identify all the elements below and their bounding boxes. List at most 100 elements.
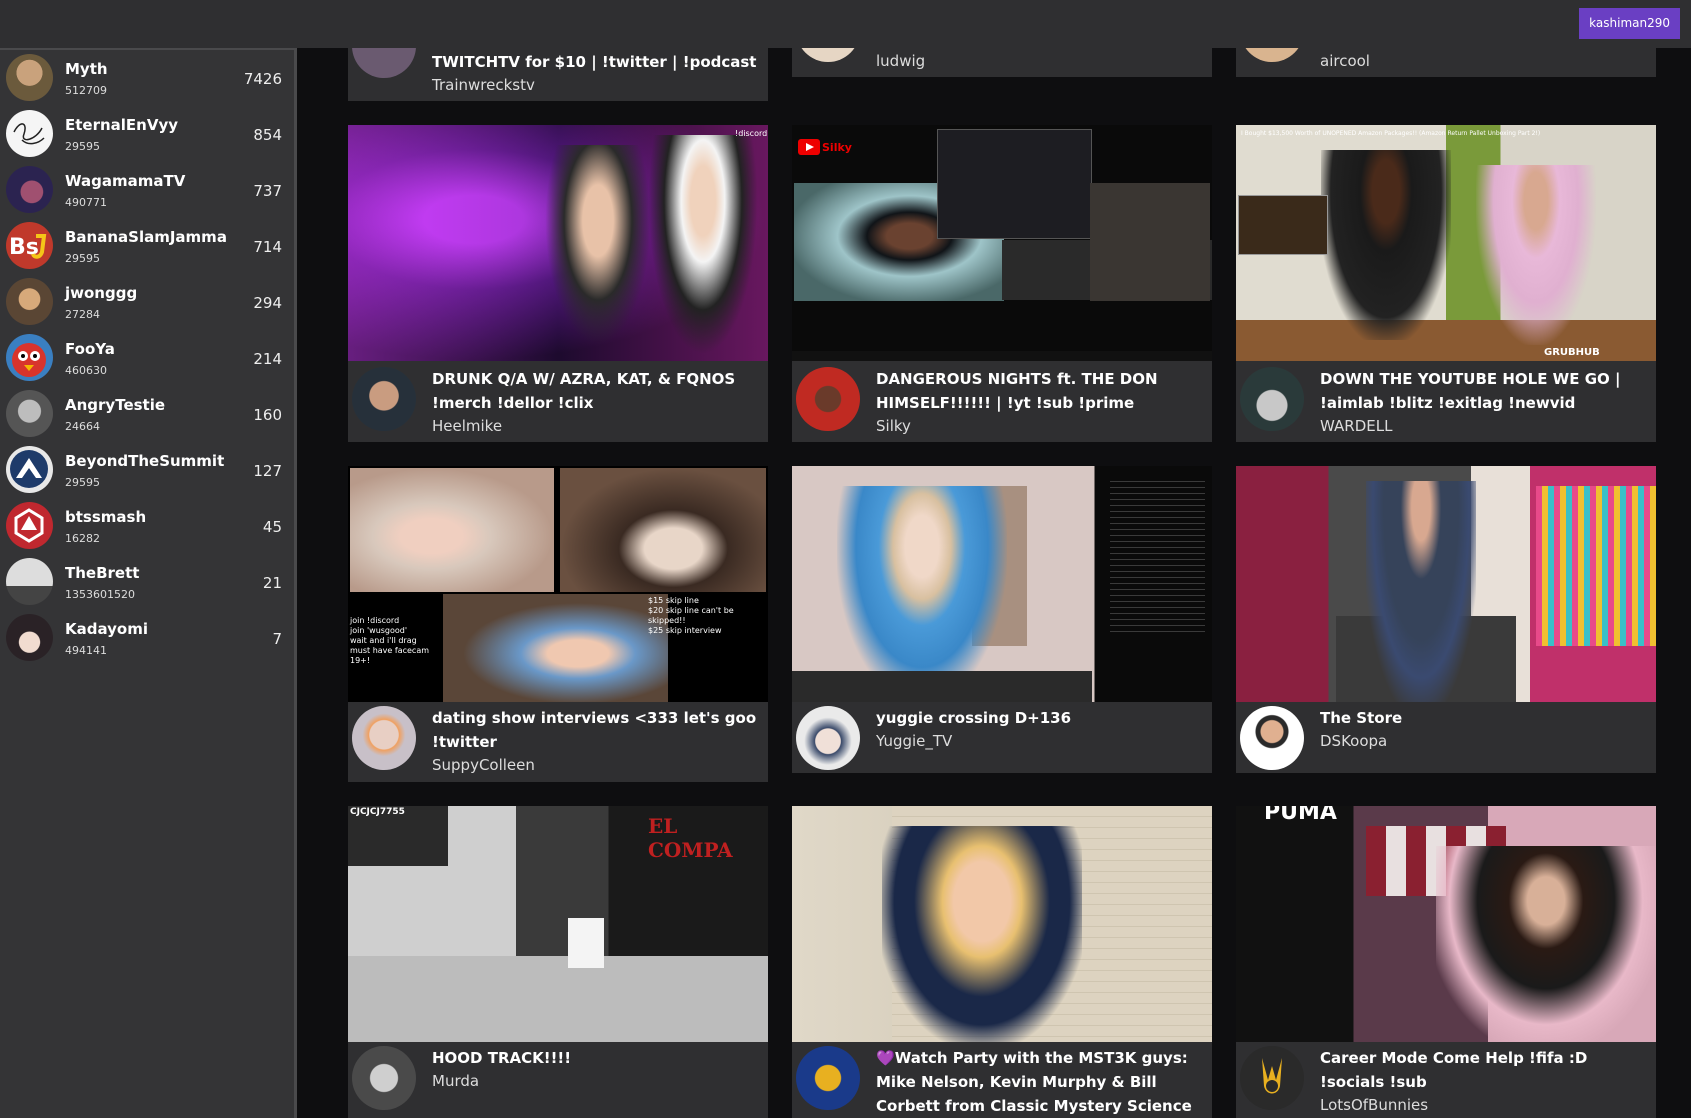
- sidebar-item-angrytestie[interactable]: AngryTestie 24664 160: [0, 386, 294, 442]
- stream-title: DOWN THE YOUTUBE HOLE WE GO | !aimlab !b…: [1320, 370, 1621, 412]
- sidebar-item-name: WagamamaTV: [65, 172, 186, 190]
- stream-thumbnail: [792, 806, 1212, 1042]
- stream-title: DRUNK Q/A W/ AZRA, KAT, & FQNOS !merch !…: [432, 370, 736, 412]
- avatar: [6, 558, 53, 605]
- sidebar-item-count: 214: [253, 350, 282, 368]
- stream-card-silky[interactable]: Silky DANGEROUS NIGHTS ft. THE DON HIMSE…: [792, 125, 1212, 442]
- stream-title: The Store: [1320, 709, 1403, 727]
- sidebar-item-bananaslamjamma[interactable]: Bs BananaSlamJamma 29595 714: [0, 218, 294, 274]
- stream-thumbnail: [792, 466, 1212, 702]
- silky-logo: Silky: [822, 141, 852, 154]
- sidebar-item-sub: 1353601520: [65, 588, 135, 601]
- stream-card-heelmike[interactable]: !discord DRUNK Q/A W/ AZRA, KAT, & FQNOS…: [348, 125, 768, 442]
- stream-card-ludwig[interactable]: ludwig: [792, 48, 1212, 77]
- sidebar-item-fooya[interactable]: FooYa 460630 214: [0, 330, 294, 386]
- avatar: [1240, 367, 1304, 431]
- avatar: [6, 54, 53, 101]
- stream-grid: TWITCHTV for $10 | !twitter | !podcast T…: [348, 0, 1658, 1118]
- sidebar-item-eternalenvyy[interactable]: EternalEnVyy 29595 854: [0, 106, 294, 162]
- stream-card-murda[interactable]: CJCJCJ7755 EL COMPA HOOD TRACK!!!! Murda: [348, 806, 768, 1118]
- sidebar-item-sub: 29595: [65, 252, 100, 265]
- avatar: [6, 614, 53, 661]
- avatar: Bs: [6, 222, 53, 269]
- sidebar-item-sub: 16282: [65, 532, 100, 545]
- sidebar-item-thebrett[interactable]: TheBrett 1353601520 21: [0, 554, 294, 610]
- sidebar-item-jwonggg[interactable]: jwonggg 27284 294: [0, 274, 294, 330]
- red-bird-icon: [12, 343, 46, 377]
- stream-author: Silky: [876, 417, 911, 435]
- sidebar-item-btssmash[interactable]: btssmash 16282 45: [0, 498, 294, 554]
- stream-title-text: Watch Party with the MST3K guys: Mike Ne…: [876, 1049, 1192, 1115]
- sidebar-item-wagamamatv[interactable]: WagamamaTV 490771 737: [0, 162, 294, 218]
- bunny-logo-icon: [1262, 1058, 1282, 1094]
- chat-overlay-right: $15 skip line $20 skip line can't be ski…: [648, 596, 734, 635]
- avatar: [796, 48, 860, 62]
- sidebar-item-name: BeyondTheSummit: [65, 452, 225, 470]
- stream-title: TWITCHTV for $10 | !twitter | !podcast: [432, 53, 757, 71]
- sidebar-item-sub: 512709: [65, 84, 107, 97]
- sidebar-item-beyondthesummit[interactable]: BeyondTheSummit 29595 127: [0, 442, 294, 498]
- sidebar-item-count: 294: [253, 294, 282, 312]
- avatar: [352, 1046, 416, 1110]
- sidebar-item-count: 7426: [243, 70, 282, 88]
- sidebar-item-count: 45: [262, 518, 282, 536]
- stream-card-yuggie-tv[interactable]: yuggie crossing D+136 Yuggie_TV: [792, 466, 1212, 773]
- stream-author: Trainwreckstv: [432, 76, 535, 94]
- sidebar-item-name: EternalEnVyy: [65, 116, 179, 134]
- video-title-overlay: I Bought $13,500 Worth of UNOPENED Amazo…: [1241, 130, 1541, 137]
- stream-card-trainwreckstv[interactable]: TWITCHTV for $10 | !twitter | !podcast T…: [348, 48, 768, 101]
- avatar: [1240, 1046, 1304, 1110]
- sidebar-item-name: Kadayomi: [65, 620, 148, 638]
- sidebar-item-myth[interactable]: Myth 512709 7426: [0, 50, 294, 106]
- youtube-icon: [798, 139, 820, 155]
- followed-channels-sidebar: Myth 512709 7426 EternalEnVyy 29595 854 …: [0, 48, 297, 1118]
- avatar: [796, 1046, 860, 1110]
- stream-card-lotsofbunnies[interactable]: PUMA Career Mode Come Help !fifa :D !soc…: [1236, 806, 1656, 1118]
- avatar: [352, 48, 416, 78]
- sidebar-item-sub: 29595: [65, 140, 100, 153]
- sidebar-item-kadayomi[interactable]: Kadayomi 494141 7: [0, 610, 294, 666]
- stream-author: LotsOfBunnies: [1320, 1096, 1429, 1114]
- stream-author: DSKoopa: [1320, 732, 1388, 750]
- avatar: [1240, 706, 1304, 770]
- sidebar-item-count: 160: [253, 406, 282, 424]
- stream-title: yuggie crossing D+136: [876, 709, 1072, 727]
- chat-username: CJCJCJ7755: [350, 807, 405, 817]
- chat-overlay-left: join !discord join 'wusgood' wait and i'…: [350, 616, 430, 665]
- stream-title: Career Mode Come Help !fifa :D !socials …: [1320, 1049, 1588, 1091]
- heart-icon: 💜: [876, 1049, 895, 1067]
- avatar: [6, 502, 53, 549]
- avatar: [796, 367, 860, 431]
- stream-card-aircool[interactable]: aircool: [1236, 48, 1656, 77]
- sidebar-item-sub: 490771: [65, 196, 107, 209]
- stream-author: SuppyColleen: [432, 756, 535, 774]
- stream-thumbnail: I Bought $13,500 Worth of UNOPENED Amazo…: [1236, 125, 1656, 361]
- sidebar-item-count: 714: [253, 238, 282, 256]
- sidebar-item-count: 7: [272, 630, 282, 648]
- stream-author: Yuggie_TV: [876, 732, 953, 750]
- avatar: [1240, 48, 1304, 62]
- summit-logo-icon: [10, 450, 48, 488]
- sidebar-item-count: 127: [253, 462, 282, 480]
- sidebar-item-count: 854: [253, 126, 282, 144]
- avatar: [6, 446, 53, 493]
- stream-thumbnail: !discord: [348, 125, 768, 361]
- sidebar-item-count: 21: [262, 574, 282, 592]
- stream-card-suppycolleen[interactable]: join !discord join 'wusgood' wait and i'…: [348, 466, 768, 782]
- bsj-logo-icon: Bs: [9, 234, 47, 260]
- stream-author: WARDELL: [1320, 417, 1393, 435]
- sidebar-item-sub: 460630: [65, 364, 107, 377]
- stream-card-rifftrax[interactable]: 💜Watch Party with the MST3K guys: Mike N…: [792, 806, 1212, 1118]
- stream-thumbnail: Silky: [792, 125, 1212, 361]
- stream-author: Heelmike: [432, 417, 503, 435]
- avatar: [6, 334, 53, 381]
- grubhub-logo: GRUBHUB: [1544, 347, 1600, 358]
- stream-title: HOOD TRACK!!!!: [432, 1049, 572, 1067]
- sidebar-item-name: TheBrett: [65, 564, 140, 582]
- stream-card-wardell[interactable]: I Bought $13,500 Worth of UNOPENED Amazo…: [1236, 125, 1656, 442]
- avatar: [6, 278, 53, 325]
- stream-card-dskoopa[interactable]: The Store DSKoopa: [1236, 466, 1656, 773]
- sidebar-item-sub: 24664: [65, 420, 100, 433]
- avatar: [352, 367, 416, 431]
- avatar: [352, 706, 416, 770]
